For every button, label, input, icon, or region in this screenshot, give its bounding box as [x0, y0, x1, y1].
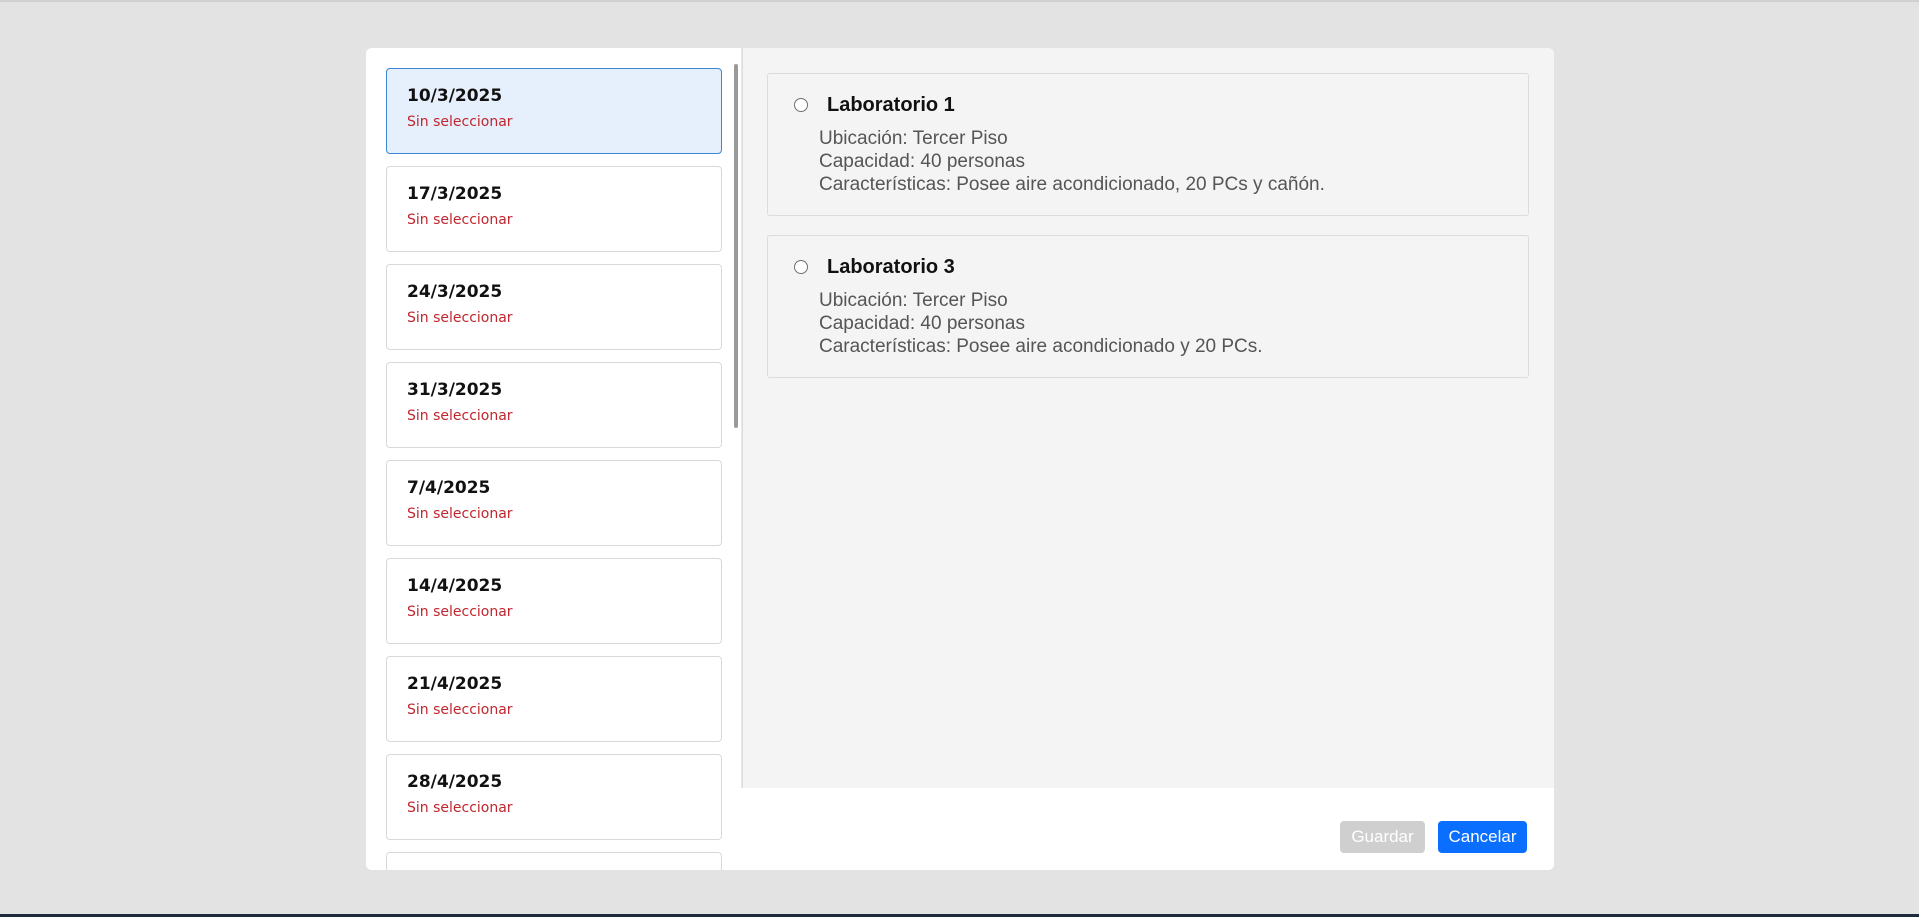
date-item[interactable]: 14/4/2025 Sin seleccionar — [386, 558, 722, 644]
window-top-edge — [0, 0, 1919, 2]
room-features: Características: Posee aire acondicionad… — [819, 174, 1325, 195]
room-location: Ubicación: Tercer Piso — [819, 128, 1008, 149]
date-status: Sin seleccionar — [407, 702, 513, 718]
reservation-modal: 10/3/2025 Sin seleccionar 17/3/2025 Sin … — [366, 48, 1554, 870]
date-status: Sin seleccionar — [407, 604, 513, 620]
modal-footer: Guardar Cancelar — [742, 788, 1554, 870]
date-title: 7/4/2025 — [407, 478, 491, 498]
date-status: Sin seleccionar — [407, 408, 513, 424]
dates-panel: 10/3/2025 Sin seleccionar 17/3/2025 Sin … — [366, 48, 741, 870]
date-item[interactable]: 7/4/2025 Sin seleccionar — [386, 460, 722, 546]
room-capacity: Capacidad: 40 personas — [819, 313, 1025, 334]
room-radio[interactable] — [794, 260, 808, 274]
date-list-scrollbar[interactable] — [734, 64, 738, 428]
date-item[interactable]: 21/4/2025 Sin seleccionar — [386, 656, 722, 742]
room-location: Ubicación: Tercer Piso — [819, 290, 1008, 311]
date-title: 14/4/2025 — [407, 576, 503, 596]
date-title: 24/3/2025 — [407, 282, 503, 302]
room-name: Laboratorio 1 — [827, 94, 955, 116]
room-radio[interactable] — [794, 98, 808, 112]
date-item[interactable]: 17/3/2025 Sin seleccionar — [386, 166, 722, 252]
room-name: Laboratorio 3 — [827, 256, 955, 278]
save-button[interactable]: Guardar — [1340, 821, 1425, 853]
date-status: Sin seleccionar — [407, 506, 513, 522]
date-title: 17/3/2025 — [407, 184, 503, 204]
date-item-partial[interactable] — [386, 852, 722, 870]
cancel-button[interactable]: Cancelar — [1438, 821, 1527, 853]
date-status: Sin seleccionar — [407, 212, 513, 228]
date-list: 10/3/2025 Sin seleccionar 17/3/2025 Sin … — [386, 68, 722, 870]
date-item[interactable]: 31/3/2025 Sin seleccionar — [386, 362, 722, 448]
date-status: Sin seleccionar — [407, 114, 513, 130]
rooms-panel: Laboratorio 1 Ubicación: Tercer Piso Cap… — [742, 48, 1554, 788]
date-item[interactable]: 28/4/2025 Sin seleccionar — [386, 754, 722, 840]
room-card[interactable]: Laboratorio 3 Ubicación: Tercer Piso Cap… — [767, 235, 1529, 378]
room-card[interactable]: Laboratorio 1 Ubicación: Tercer Piso Cap… — [767, 73, 1529, 216]
date-title: 21/4/2025 — [407, 674, 503, 694]
room-capacity: Capacidad: 40 personas — [819, 151, 1025, 172]
date-status: Sin seleccionar — [407, 310, 513, 326]
date-item[interactable]: 24/3/2025 Sin seleccionar — [386, 264, 722, 350]
date-title: 31/3/2025 — [407, 380, 503, 400]
room-features: Características: Posee aire acondicionad… — [819, 336, 1263, 357]
date-title: 10/3/2025 — [407, 86, 503, 106]
date-title: 28/4/2025 — [407, 772, 503, 792]
date-item[interactable]: 10/3/2025 Sin seleccionar — [386, 68, 722, 154]
date-status: Sin seleccionar — [407, 800, 513, 816]
